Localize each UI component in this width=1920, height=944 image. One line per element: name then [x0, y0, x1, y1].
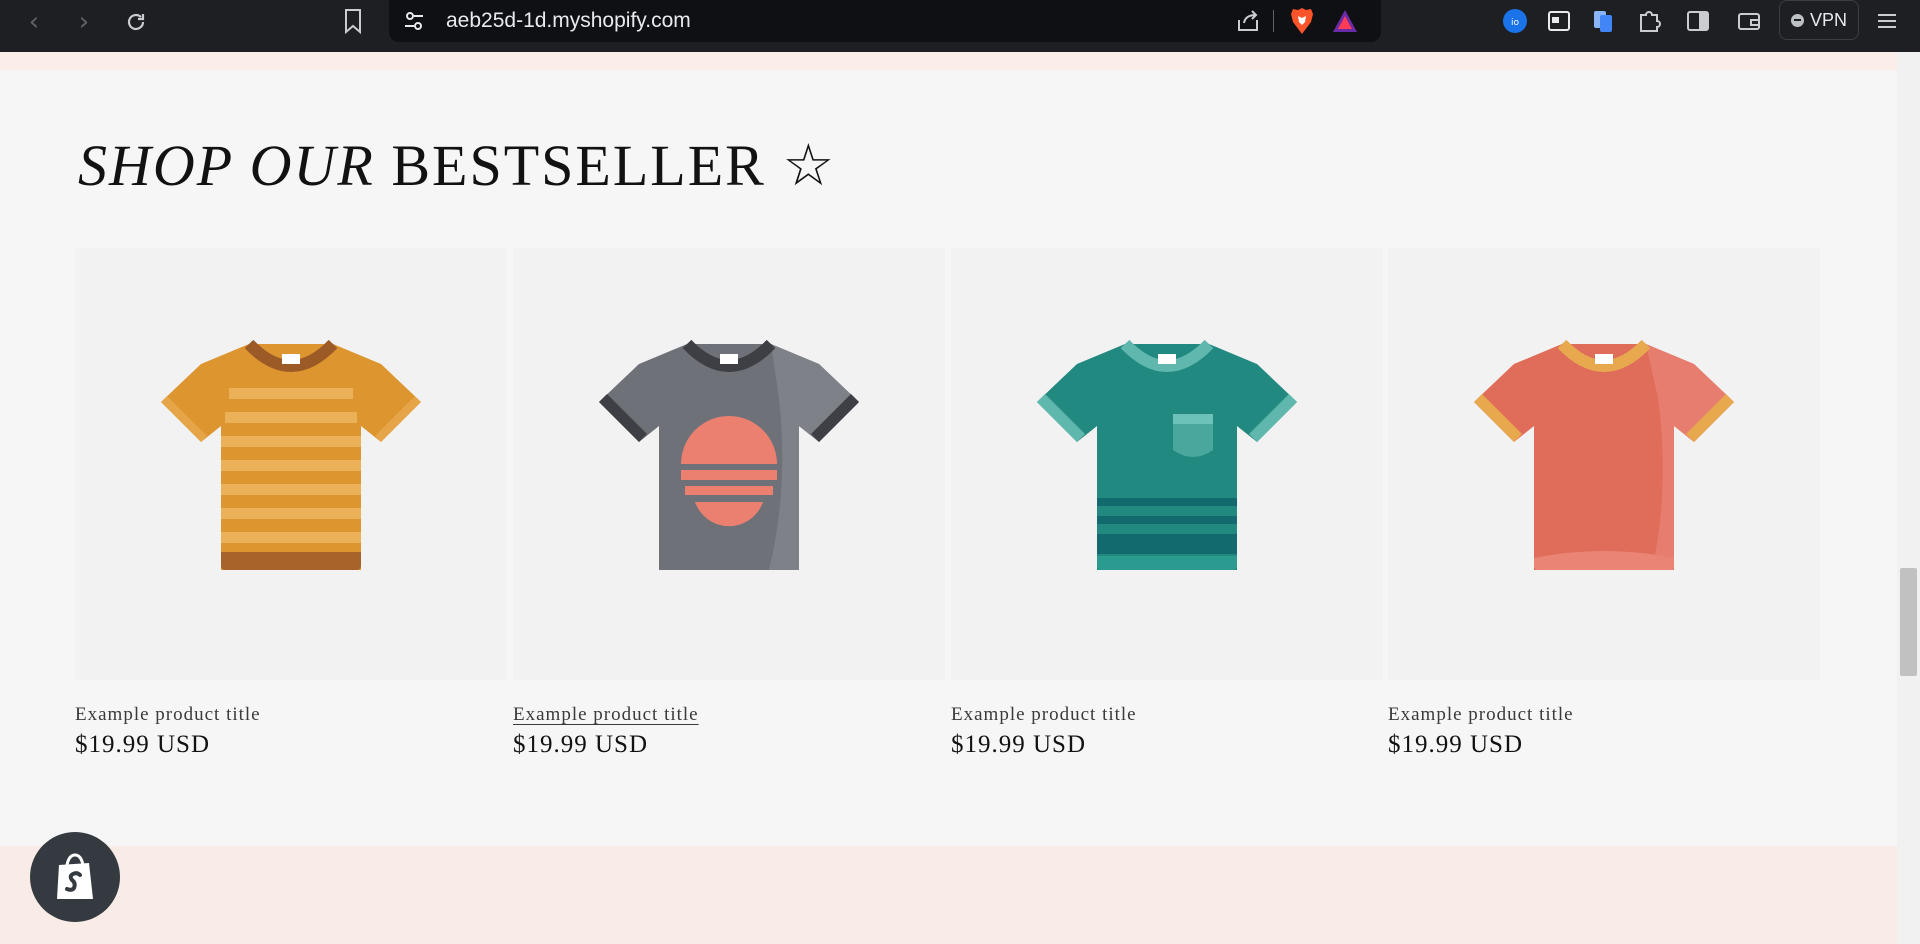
files-icon[interactable]	[1590, 8, 1616, 34]
product-price: $19.99 USD	[513, 731, 649, 758]
product-image[interactable]	[513, 248, 945, 680]
product-price: $19.99 USD	[951, 731, 1087, 758]
product-image[interactable]	[951, 248, 1383, 680]
wallet-icon[interactable]	[1736, 8, 1762, 34]
vpn-button[interactable]: VPN	[1779, 0, 1859, 40]
product-price: $19.99 USD	[75, 731, 211, 758]
section-heading: SHOP OUR BESTSELLER ☆	[78, 131, 836, 199]
product-card[interactable]: Example product title $19.99 USD	[1388, 248, 1820, 768]
address-bar[interactable]: aeb25d-1d.myshopify.com	[389, 0, 1381, 42]
product-title[interactable]: Example product title	[513, 704, 699, 726]
svg-text:io: io	[1511, 18, 1520, 28]
heading-italic: SHOP OUR	[78, 133, 375, 198]
orange-striped-tshirt-icon	[161, 339, 421, 570]
product-title[interactable]: Example product title	[1388, 704, 1574, 726]
product-image[interactable]	[75, 248, 507, 680]
scrollbar-thumb[interactable]	[1900, 568, 1917, 676]
sidebar-icon[interactable]	[1685, 8, 1711, 34]
product-price: $19.99 USD	[1388, 731, 1524, 758]
scrollbar[interactable]	[1897, 52, 1920, 944]
browser-toolbar: ‹ › aeb25d-1d.myshopify.com io VPN	[0, 0, 1920, 52]
product-card[interactable]: Example product title $19.99 USD	[75, 248, 507, 768]
site-settings-icon[interactable]	[403, 10, 425, 32]
product-image[interactable]	[1388, 248, 1820, 680]
brave-shields-icon[interactable]	[1289, 6, 1315, 36]
url-text[interactable]: aeb25d-1d.myshopify.com	[446, 9, 691, 33]
announcement-band	[0, 52, 1897, 70]
heading-rest: BESTSELLER ☆	[374, 133, 837, 198]
product-card[interactable]: Example product title $19.99 USD	[951, 248, 1383, 768]
vpn-label: VPN	[1809, 9, 1847, 30]
shopify-admin-button[interactable]	[30, 832, 120, 922]
footer-band	[0, 846, 1897, 944]
back-icon[interactable]: ‹	[18, 6, 50, 38]
coral-plain-tshirt-icon	[1474, 339, 1734, 570]
vpn-status-icon	[1790, 13, 1804, 27]
extensions-icon[interactable]	[1636, 8, 1662, 34]
featured-collection: SHOP OUR BESTSELLER ☆ Example product ti…	[0, 70, 1897, 846]
gray-sunset-tshirt-icon	[599, 339, 859, 570]
product-card[interactable]: Example product title $19.99 USD	[513, 248, 945, 768]
teal-pocket-tshirt-icon	[1037, 339, 1297, 570]
product-title[interactable]: Example product title	[951, 704, 1137, 726]
shopify-bag-icon	[57, 853, 93, 899]
reload-icon[interactable]	[120, 6, 152, 38]
product-grid: Example product title $19.99 USD Example…	[75, 248, 1820, 768]
menu-icon[interactable]	[1874, 8, 1900, 34]
product-title[interactable]: Example product title	[75, 704, 261, 726]
share-icon[interactable]	[1235, 8, 1261, 34]
tab-manager-icon[interactable]	[1546, 8, 1572, 34]
forward-icon[interactable]: ›	[68, 6, 100, 38]
divider	[1273, 10, 1274, 32]
extension-icon[interactable]: io	[1502, 8, 1528, 34]
brave-rewards-icon[interactable]	[1331, 8, 1359, 34]
bookmark-icon[interactable]	[341, 7, 365, 35]
